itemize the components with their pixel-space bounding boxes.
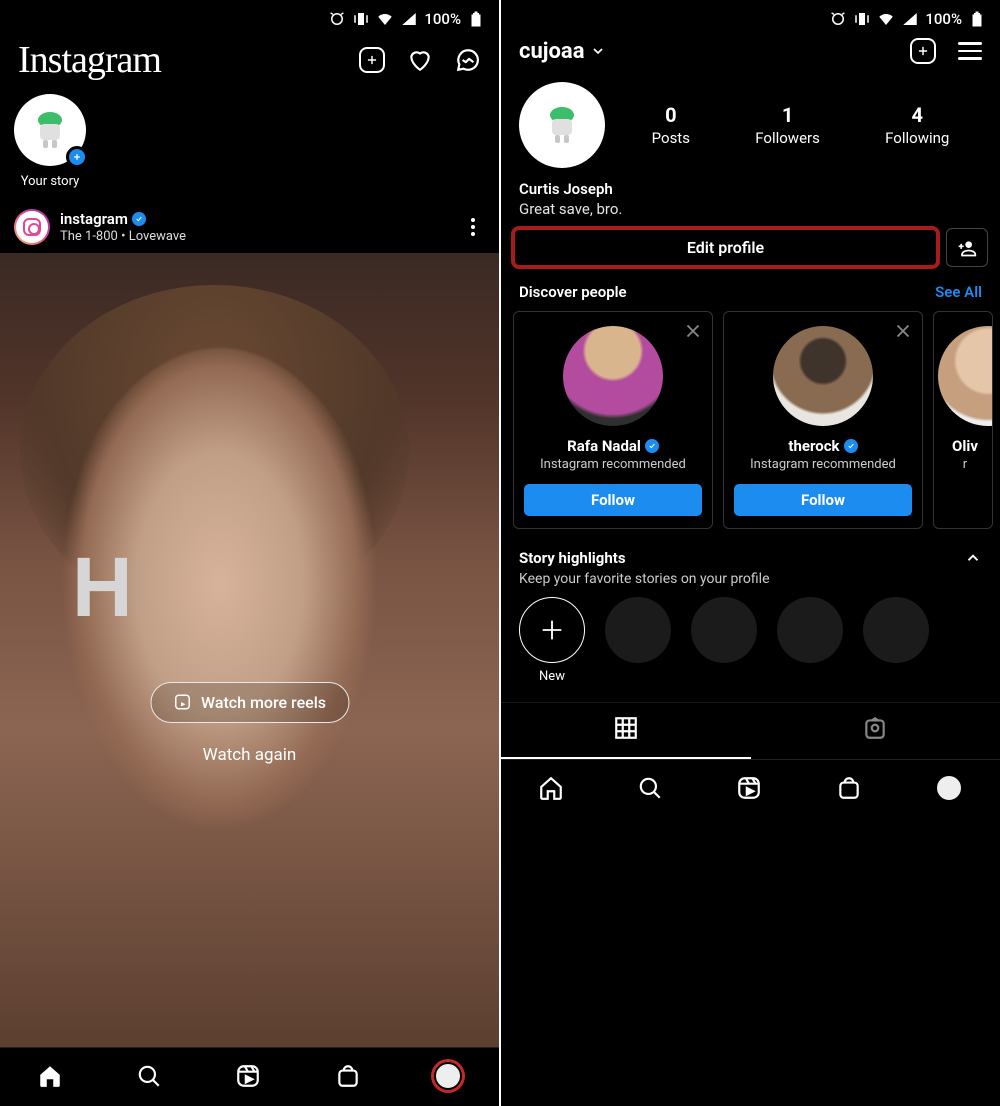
chevron-down-icon <box>590 43 606 59</box>
post-header[interactable]: instagram The 1-800 • Lovewave <box>0 201 499 253</box>
profile-avatar[interactable] <box>519 82 605 168</box>
highlight-placeholder <box>863 597 929 663</box>
feed-header: Instagram <box>0 32 499 94</box>
alarm-icon <box>328 10 346 28</box>
suggestion-avatar[interactable] <box>563 326 663 426</box>
stories-tray[interactable]: Your story <box>0 94 499 201</box>
create-post-button[interactable] <box>910 38 936 64</box>
avatar-icon <box>538 101 586 149</box>
feed-screen: 100% Instagram Your story instagram The … <box>0 0 501 1106</box>
bottom-nav <box>0 1047 499 1106</box>
profile-info: 0Posts 1Followers 4Following <box>501 76 1000 176</box>
nav-search-icon[interactable] <box>637 775 663 801</box>
add-story-icon <box>66 146 88 168</box>
profile-screen: 100% cujoaa 0Posts 1Followers 4Following… <box>501 0 1000 1106</box>
follow-button[interactable]: Follow <box>734 484 912 516</box>
add-user-icon <box>957 238 977 258</box>
highlight-placeholder <box>605 597 671 663</box>
battery-icon <box>968 10 986 28</box>
edit-profile-button[interactable]: Edit profile <box>513 228 938 267</box>
story-highlights-title: Story highlights <box>519 549 626 567</box>
status-bar: 100% <box>501 0 1000 32</box>
post-subtitle: The 1-800 • Lovewave <box>60 229 186 244</box>
battery-text: 100% <box>424 10 461 28</box>
nav-home-icon[interactable] <box>538 775 564 801</box>
bottom-nav <box>501 759 1000 818</box>
suggestion-card: Rafa Nadal Instagram recommended Follow <box>513 311 713 529</box>
nav-search-icon[interactable] <box>136 1063 162 1089</box>
profile-bio: Curtis Joseph Great save, bro. <box>501 176 1000 228</box>
verified-icon <box>132 212 146 226</box>
nav-reels-icon[interactable] <box>736 775 762 801</box>
highlights-tray[interactable]: New <box>501 597 1000 692</box>
your-story[interactable]: Your story <box>14 94 86 189</box>
wifi-icon <box>877 10 895 28</box>
discover-people-toggle[interactable] <box>946 228 988 267</box>
watch-more-reels-button[interactable]: Watch more reels <box>150 682 349 723</box>
tab-grid[interactable] <box>501 703 751 759</box>
discover-people-cards[interactable]: Rafa Nadal Instagram recommended Follow … <box>501 311 1000 549</box>
highlight-placeholder <box>777 597 843 663</box>
highlight-new-label: New <box>519 669 585 684</box>
signal-icon <box>901 10 919 28</box>
nav-reels-icon[interactable] <box>235 1063 261 1089</box>
dismiss-suggestion-button[interactable] <box>892 320 914 342</box>
dismiss-suggestion-button[interactable] <box>682 320 704 342</box>
highlight-new-button[interactable] <box>519 597 585 663</box>
tab-tagged[interactable] <box>751 703 1000 759</box>
instagram-logo[interactable]: Instagram <box>18 38 161 82</box>
story-highlights-subtitle: Keep your favorite stories on your profi… <box>519 571 982 587</box>
verified-icon <box>844 439 858 453</box>
post-more-button[interactable] <box>461 215 485 239</box>
stat-following[interactable]: 4Following <box>885 103 949 147</box>
battery-text: 100% <box>925 10 962 28</box>
tagged-icon <box>862 715 888 741</box>
profile-header: cujoaa <box>501 32 1000 76</box>
status-bar: 100% <box>0 0 499 32</box>
watch-again-button[interactable]: Watch again <box>150 745 349 765</box>
messenger-icon[interactable] <box>455 47 481 73</box>
reel-overlay-letter: H <box>72 539 133 636</box>
suggestion-card: therock Instagram recommended Follow <box>723 311 923 529</box>
feed-post: instagram The 1-800 • Lovewave H Watch m… <box>0 201 499 1047</box>
wifi-icon <box>376 10 394 28</box>
signal-icon <box>400 10 418 28</box>
display-name: Curtis Joseph <box>519 180 982 198</box>
suggestion-card: Oliv r <box>933 311 993 529</box>
vibrate-icon <box>352 10 370 28</box>
alarm-icon <box>829 10 847 28</box>
create-post-button[interactable] <box>359 47 385 73</box>
battery-icon <box>467 10 485 28</box>
vibrate-icon <box>853 10 871 28</box>
follow-button[interactable]: Follow <box>524 484 702 516</box>
post-avatar[interactable] <box>14 209 50 245</box>
stat-posts[interactable]: 0Posts <box>652 103 690 147</box>
suggestion-avatar[interactable] <box>938 326 993 426</box>
username-dropdown[interactable]: cujoaa <box>519 39 606 64</box>
discover-people-title: Discover people <box>519 283 627 301</box>
bio-text: Great save, bro. <box>519 200 982 218</box>
avatar-icon <box>26 106 74 154</box>
nav-shop-icon[interactable] <box>836 775 862 801</box>
chevron-up-icon[interactable] <box>964 549 982 567</box>
plus-icon <box>538 616 566 644</box>
profile-tabs <box>501 702 1000 759</box>
verified-icon <box>645 439 659 453</box>
nav-profile-button[interactable] <box>935 774 963 802</box>
activity-icon[interactable] <box>407 47 433 73</box>
menu-button[interactable] <box>958 42 982 60</box>
nav-shop-icon[interactable] <box>335 1063 361 1089</box>
grid-icon <box>613 715 639 741</box>
stat-followers[interactable]: 1Followers <box>755 103 820 147</box>
suggestion-avatar[interactable] <box>773 326 873 426</box>
reels-icon <box>173 693 191 711</box>
your-story-label: Your story <box>14 174 86 189</box>
highlight-placeholder <box>691 597 757 663</box>
nav-profile-button[interactable] <box>434 1062 462 1090</box>
reel-video[interactable]: H Watch more reels Watch again <box>0 253 499 1047</box>
post-username[interactable]: instagram <box>60 210 128 228</box>
see-all-link[interactable]: See All <box>935 283 982 301</box>
nav-home-icon[interactable] <box>37 1063 63 1089</box>
